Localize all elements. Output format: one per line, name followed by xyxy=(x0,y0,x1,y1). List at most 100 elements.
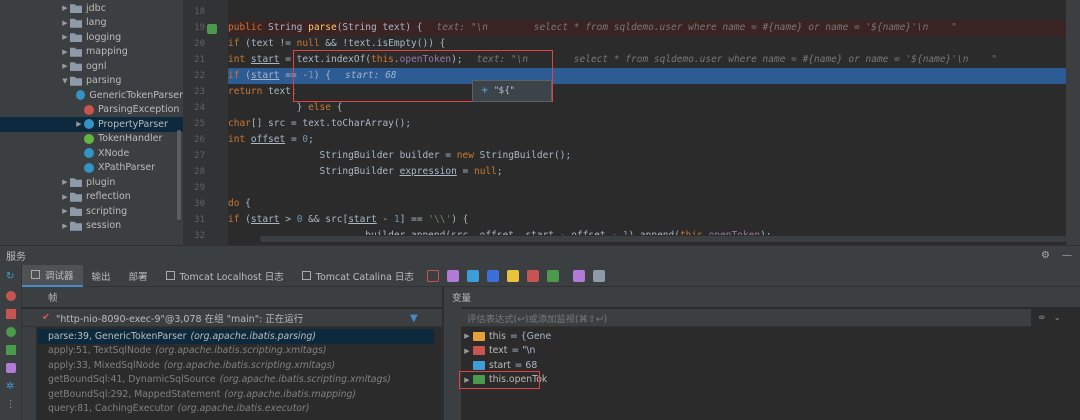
class-icon xyxy=(76,90,86,101)
chevron-right-icon[interactable]: ▶ xyxy=(60,48,70,56)
package-icon xyxy=(70,76,82,86)
run-to-cursor-icon[interactable] xyxy=(546,269,559,282)
rerun-icon[interactable]: ↻ xyxy=(6,271,16,282)
watch-glasses-icon[interactable]: ∞ xyxy=(1038,313,1046,323)
chevron-right-icon[interactable]: ▶ xyxy=(461,347,473,355)
tree-item[interactable]: ▶ scripting xyxy=(0,204,183,219)
tree-item[interactable]: ▶ plugin xyxy=(0,175,183,190)
project-tree-scrollbar[interactable] xyxy=(177,130,181,220)
stack-frame[interactable]: apply:33, MixedSqlNode (org.apache.ibatis… xyxy=(38,358,434,373)
show-execution-point-icon[interactable] xyxy=(426,269,439,282)
chevron-right-icon[interactable]: ▶ xyxy=(60,19,70,27)
filter-icon[interactable]: ▼ xyxy=(410,313,418,324)
evaluate-expression-input[interactable]: 评估表达式(↩)或添加监视(⌘⇧↩) xyxy=(461,309,1031,327)
services-actions: ⚙ — xyxy=(1041,250,1072,261)
tree-item[interactable]: ▶ session xyxy=(0,219,183,234)
variable-row[interactable]: start = 68 xyxy=(461,358,1021,373)
tree-item-label: mapping xyxy=(86,46,128,58)
step-into-icon[interactable] xyxy=(466,269,479,282)
code-line-28: StringBuilder expression = null; xyxy=(228,166,503,178)
tree-item[interactable]: ▶ ognl xyxy=(0,59,183,74)
line-number: 20 xyxy=(194,39,205,49)
variable-row[interactable]: ▶ text = "\n xyxy=(461,344,1021,359)
stack-frame[interactable]: getBoundSql:292, MappedStatement (org.apa… xyxy=(38,387,434,402)
stack-frame[interactable]: query:81, CachingExecutor (org.apache.iba… xyxy=(38,402,434,417)
chevron-right-icon[interactable]: ▶ xyxy=(60,62,70,70)
tree-item[interactable]: XPathParser xyxy=(0,161,183,176)
chevron-down-icon[interactable]: ▼ xyxy=(60,77,70,85)
stack-frame[interactable]: getBoundSql:41, DynamicSqlSource (org.apa… xyxy=(38,373,434,388)
code-editor[interactable]: public String parse (String text) {text: … xyxy=(228,0,1066,235)
force-step-into-icon[interactable] xyxy=(486,269,499,282)
step-out-icon[interactable] xyxy=(506,269,519,282)
tree-item[interactable]: ParsingException xyxy=(0,103,183,118)
code-line-27: StringBuilder builder = new StringBuilde… xyxy=(228,150,572,162)
project-tree: ▶ jdbc ▶ lang ▶ logging ▶ mapping ▶ ognl ▼ parsing G… xyxy=(0,0,183,245)
highlight-box-watch xyxy=(459,371,540,389)
tree-item-label: PropertyParser xyxy=(98,118,168,130)
stack-frame[interactable]: apply:51, TextSqlNode (org.apache.ibatis.… xyxy=(38,344,434,359)
plugin-icon[interactable] xyxy=(6,363,16,373)
tab-deploy[interactable]: 部署 xyxy=(120,265,157,287)
stack-frame[interactable]: parse:39, GenericTokenParser (org.apache.… xyxy=(38,329,434,344)
settings-icon[interactable]: ⚙ xyxy=(1041,250,1050,261)
tab-tomcat-localhost-log[interactable]: Tomcat Localhost 日志 xyxy=(157,265,293,287)
line-number: 22 xyxy=(194,71,205,81)
tree-item[interactable]: XNode xyxy=(0,146,183,161)
breakpoint-check-icon[interactable] xyxy=(207,24,217,34)
tab-output[interactable]: 输出 xyxy=(83,265,120,287)
trace-icon[interactable] xyxy=(592,269,605,282)
variable-row[interactable]: ▶ this.openTok xyxy=(461,373,1021,388)
step-over-icon[interactable] xyxy=(446,269,459,282)
tree-item[interactable]: TokenHandler xyxy=(0,132,183,147)
minimize-icon[interactable]: — xyxy=(1062,250,1072,261)
stop-icon[interactable] xyxy=(6,309,16,319)
chevron-right-icon[interactable]: ▶ xyxy=(60,178,70,186)
tree-item-label: plugin xyxy=(86,176,116,188)
tree-item[interactable]: ▼ parsing xyxy=(0,74,183,89)
variable-name: this xyxy=(489,330,506,342)
drop-frame-icon[interactable] xyxy=(526,269,539,282)
deploy-icon[interactable] xyxy=(6,327,16,337)
tree-item[interactable]: ▶ logging xyxy=(0,30,183,45)
more-icon[interactable]: ⋮ xyxy=(6,399,16,410)
evaluate-expression-icon[interactable] xyxy=(572,269,585,282)
value-hint-popup[interactable]: + "${" xyxy=(472,80,552,102)
tree-item[interactable]: GenericTokenParser xyxy=(0,88,183,103)
editor-horizontal-scrollbar[interactable] xyxy=(260,236,1066,242)
chevron-right-icon[interactable]: ▶ xyxy=(60,4,70,12)
settings-icon[interactable]: ✲ xyxy=(6,381,16,392)
code-line-26: int offset = 0; xyxy=(228,134,314,146)
tree-item[interactable]: ▶ lang xyxy=(0,16,183,31)
line-number: 25 xyxy=(194,119,205,129)
thread-selector[interactable]: ✔ "http-nio-8090-exec-9"@3,078 在组 "main"… xyxy=(22,309,442,327)
package-icon xyxy=(70,207,82,217)
frame-package: (org.apache.ibatis.scripting.xmltags) xyxy=(163,359,336,371)
tree-item[interactable]: ▶ PropertyParser xyxy=(0,117,183,132)
tree-item[interactable]: ▶ jdbc xyxy=(0,1,183,16)
chevron-right-icon[interactable]: ▶ xyxy=(74,120,84,128)
layout-icon[interactable] xyxy=(6,345,16,355)
chevron-right-icon[interactable]: ▶ xyxy=(60,207,70,215)
expand-plus-icon[interactable]: + xyxy=(481,86,489,96)
variables-header: 变量 xyxy=(444,287,1080,307)
debug-bug-icon[interactable] xyxy=(6,291,16,301)
line-number: 18 xyxy=(194,7,205,17)
line-number: 21 xyxy=(194,55,205,65)
tab-debugger[interactable]: 调试器 xyxy=(22,264,83,287)
chevron-right-icon[interactable]: ▶ xyxy=(461,332,473,340)
tree-item[interactable]: ▶ reflection xyxy=(0,190,183,205)
chevron-right-icon[interactable]: ▶ xyxy=(60,193,70,201)
chevron-down-icon[interactable]: ⌄ xyxy=(1054,313,1062,323)
tab-tomcat-catalina-log[interactable]: Tomcat Catalina 日志 xyxy=(293,265,423,287)
variable-row[interactable]: ▶ this = {Gene xyxy=(461,329,1021,344)
class-icon xyxy=(84,148,94,159)
frame-package: (org.apache.ibatis.mapping) xyxy=(224,388,357,400)
line-number: 23 xyxy=(194,87,205,97)
package-icon xyxy=(70,62,82,72)
chevron-right-icon[interactable]: ▶ xyxy=(60,33,70,41)
tree-item-label: reflection xyxy=(86,191,131,203)
tree-item[interactable]: ▶ mapping xyxy=(0,45,183,60)
chevron-right-icon[interactable]: ▶ xyxy=(60,222,70,230)
